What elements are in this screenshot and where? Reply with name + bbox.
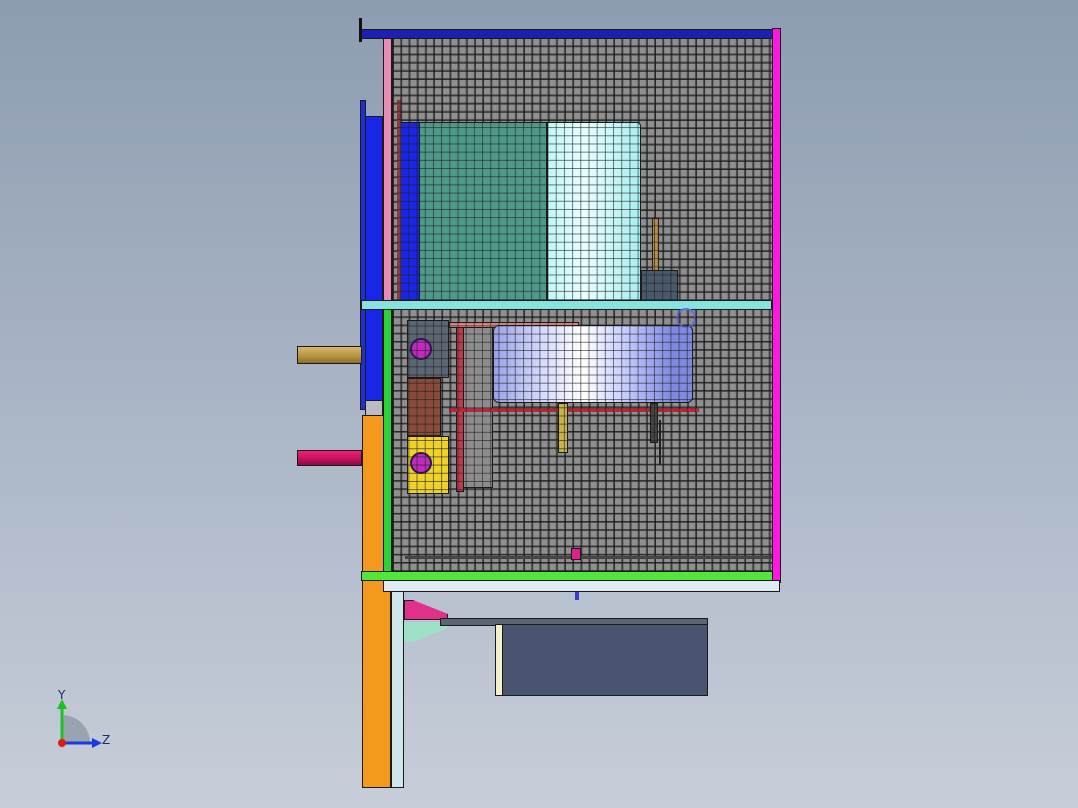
axis-y-label: Y — [58, 688, 66, 702]
pink-strip — [383, 38, 392, 303]
green-strip — [383, 303, 392, 575]
axis-z-label: Z — [102, 733, 111, 747]
top-rail-tick — [359, 18, 362, 42]
gray-spacer — [365, 400, 383, 416]
cyan-crossbar — [361, 300, 772, 310]
mesh-overlay-lower — [392, 310, 773, 575]
blue-mount-plate — [365, 116, 383, 401]
thin-rail — [405, 556, 772, 559]
cad-viewport[interactable] — [0, 0, 1078, 808]
support-bracket-pink — [404, 600, 448, 620]
control-box — [502, 624, 708, 696]
pink-clip — [571, 548, 581, 560]
right-frame-post — [772, 28, 781, 583]
mesh-overlay-upper — [392, 38, 773, 303]
base-plate — [383, 580, 780, 592]
control-box-edge — [495, 624, 503, 696]
tan-shaft — [297, 346, 362, 364]
blue-pin — [575, 592, 579, 600]
light-post — [391, 580, 404, 788]
red-shaft — [297, 450, 362, 466]
